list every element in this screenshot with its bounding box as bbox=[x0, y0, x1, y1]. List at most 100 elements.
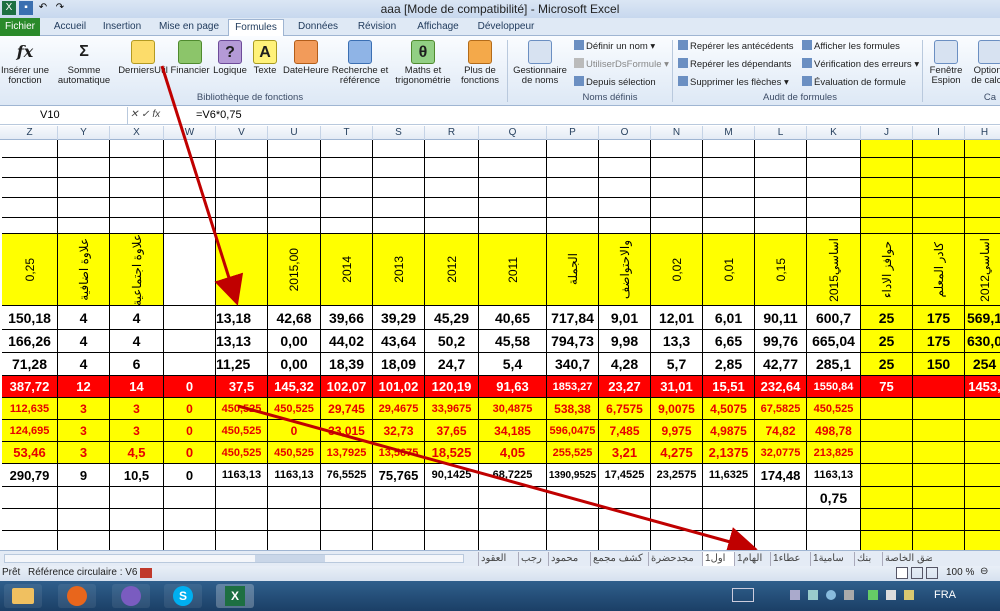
column-header[interactable]: L bbox=[755, 126, 807, 140]
cell[interactable]: 665,04 bbox=[807, 330, 861, 353]
cell[interactable]: 0 bbox=[268, 420, 321, 442]
cell[interactable]: 31,01 bbox=[651, 376, 703, 398]
header-cell[interactable]: 0,01 bbox=[703, 234, 755, 306]
page-layout-icon[interactable] bbox=[911, 567, 923, 579]
cell[interactable] bbox=[965, 158, 1000, 178]
cell[interactable] bbox=[2, 509, 58, 531]
cell[interactable]: 9,01 bbox=[599, 306, 651, 330]
header-cell[interactable]: كادر المعلم bbox=[913, 234, 965, 306]
cell[interactable]: 42,68 bbox=[268, 306, 321, 330]
cell[interactable]: 232,64 bbox=[755, 376, 807, 398]
cell[interactable] bbox=[268, 509, 321, 531]
cell[interactable]: 91,63 bbox=[479, 376, 547, 398]
cell[interactable]: 13,7925 bbox=[321, 442, 373, 464]
cell[interactable] bbox=[861, 178, 913, 198]
cell[interactable]: 6 bbox=[110, 353, 164, 376]
cell[interactable]: 3 bbox=[110, 420, 164, 442]
cell[interactable] bbox=[268, 198, 321, 218]
cell[interactable] bbox=[164, 140, 216, 158]
tab-mise-en-page[interactable]: Mise en page bbox=[152, 19, 226, 36]
cell[interactable] bbox=[807, 158, 861, 178]
cell[interactable]: 0,00 bbox=[268, 330, 321, 353]
scrollbar-thumb[interactable] bbox=[255, 555, 325, 562]
cell[interactable] bbox=[2, 487, 58, 509]
cell[interactable] bbox=[599, 198, 651, 218]
cell[interactable] bbox=[321, 531, 373, 550]
header-cell[interactable]: 2013 bbox=[373, 234, 425, 306]
cell[interactable] bbox=[58, 487, 110, 509]
cell[interactable] bbox=[547, 158, 599, 178]
cell[interactable]: 1550,84 bbox=[807, 376, 861, 398]
cell[interactable] bbox=[965, 218, 1000, 234]
cell[interactable] bbox=[58, 531, 110, 550]
cell[interactable] bbox=[599, 178, 651, 198]
header-cell[interactable]: 2015,00 bbox=[268, 234, 321, 306]
column-header[interactable]: X bbox=[110, 126, 164, 140]
cell[interactable] bbox=[913, 218, 965, 234]
datetime-button[interactable]: DateHeure bbox=[283, 40, 329, 76]
cell[interactable] bbox=[58, 140, 110, 158]
tray-icon[interactable] bbox=[826, 590, 836, 600]
cell[interactable]: 0 bbox=[164, 398, 216, 420]
cell[interactable] bbox=[164, 509, 216, 531]
cell[interactable]: 32,73 bbox=[373, 420, 425, 442]
cell[interactable] bbox=[58, 509, 110, 531]
cell[interactable]: 175 bbox=[913, 330, 965, 353]
column-header[interactable]: R bbox=[425, 126, 479, 140]
cell[interactable]: 68,7225 bbox=[479, 464, 547, 487]
cell[interactable] bbox=[2, 178, 58, 198]
cell[interactable] bbox=[861, 464, 913, 487]
cell[interactable]: 23,27 bbox=[599, 376, 651, 398]
cell[interactable] bbox=[321, 140, 373, 158]
cell[interactable] bbox=[651, 178, 703, 198]
cell[interactable]: 71,28 bbox=[2, 353, 58, 376]
cell[interactable] bbox=[807, 178, 861, 198]
page-break-icon[interactable] bbox=[926, 567, 938, 579]
cell[interactable] bbox=[110, 509, 164, 531]
cell[interactable] bbox=[807, 509, 861, 531]
cell[interactable] bbox=[599, 140, 651, 158]
cell[interactable]: 0 bbox=[164, 420, 216, 442]
cell[interactable]: 145,32 bbox=[268, 376, 321, 398]
cell[interactable] bbox=[965, 509, 1000, 531]
skype-icon[interactable]: S bbox=[164, 584, 202, 608]
cell[interactable]: 450,525 bbox=[216, 420, 268, 442]
cell[interactable]: 101,02 bbox=[373, 376, 425, 398]
tab-insertion[interactable]: Insertion bbox=[96, 19, 148, 36]
column-header[interactable]: V bbox=[216, 126, 268, 140]
cell[interactable] bbox=[321, 198, 373, 218]
firefox-icon[interactable] bbox=[58, 584, 96, 608]
cell[interactable]: 596,0475 bbox=[547, 420, 599, 442]
cell[interactable]: 285,1 bbox=[807, 353, 861, 376]
cell[interactable]: 0,75 bbox=[807, 487, 861, 509]
cell[interactable]: 0 bbox=[164, 442, 216, 464]
cell[interactable] bbox=[164, 330, 216, 353]
cell[interactable]: 25 bbox=[861, 306, 913, 330]
cell[interactable] bbox=[373, 531, 425, 550]
cell[interactable] bbox=[425, 178, 479, 198]
normal-view-icon[interactable] bbox=[896, 567, 908, 579]
cell[interactable]: 3 bbox=[58, 420, 110, 442]
cell[interactable] bbox=[425, 140, 479, 158]
cell[interactable] bbox=[913, 442, 965, 464]
cell[interactable] bbox=[861, 509, 913, 531]
cell[interactable] bbox=[2, 158, 58, 178]
use-in-formula-button[interactable]: UtiliserDsFormule ▾ bbox=[574, 58, 669, 70]
cell[interactable]: 3 bbox=[110, 398, 164, 420]
column-header[interactable]: Y bbox=[58, 126, 110, 140]
cell[interactable] bbox=[479, 531, 547, 550]
cell[interactable] bbox=[2, 218, 58, 234]
cell[interactable]: 450,525 bbox=[216, 442, 268, 464]
cell[interactable] bbox=[913, 420, 965, 442]
cell[interactable]: 13,18 bbox=[216, 306, 268, 330]
remove-arrows-button[interactable]: Supprimer les flèches ▾ bbox=[678, 76, 789, 88]
cell[interactable]: 43,64 bbox=[373, 330, 425, 353]
header-cell[interactable] bbox=[216, 234, 268, 306]
cell[interactable] bbox=[164, 306, 216, 330]
cell[interactable]: 15,51 bbox=[703, 376, 755, 398]
cell[interactable] bbox=[268, 158, 321, 178]
cell[interactable]: 90,11 bbox=[755, 306, 807, 330]
cell[interactable]: 9 bbox=[58, 464, 110, 487]
cell[interactable]: 40,65 bbox=[479, 306, 547, 330]
formula-input[interactable]: =V6*0,75 bbox=[196, 109, 242, 121]
